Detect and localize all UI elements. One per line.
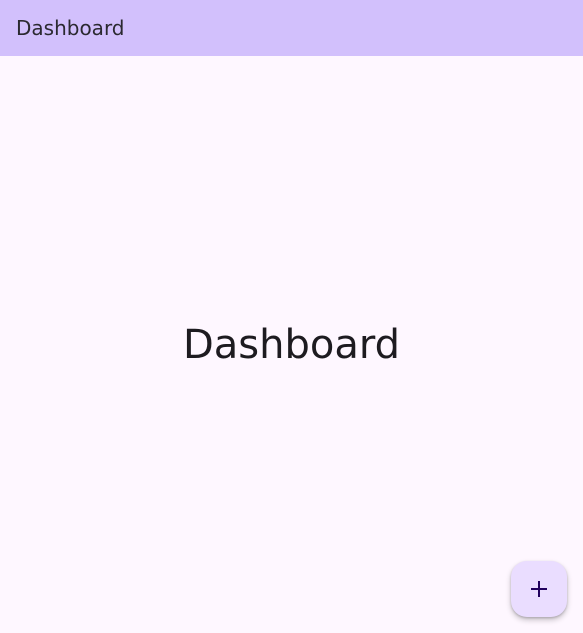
dashboard-title: Dashboard	[182, 322, 400, 368]
app-window: Dashboard Dashboard	[0, 0, 583, 633]
app-bar-title: Dashboard	[16, 16, 125, 40]
add-icon	[527, 577, 551, 601]
add-button[interactable]	[511, 561, 567, 617]
app-bar: Dashboard	[0, 0, 583, 56]
main-content: Dashboard	[0, 56, 583, 633]
